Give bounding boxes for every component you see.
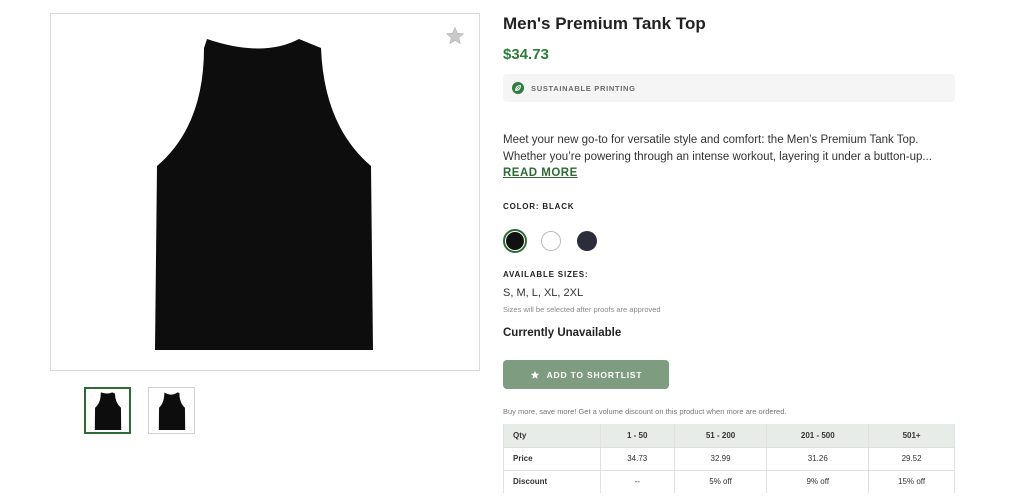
product-image-gallery	[50, 13, 480, 371]
table-row: Discount -- 5% off 9% off 15% off	[503, 469, 955, 493]
swatch-dot	[541, 231, 561, 251]
add-to-shortlist-button[interactable]: ADD TO SHORTLIST	[503, 360, 669, 389]
thumbnail-strip	[84, 387, 195, 434]
table-cell: 29.52	[868, 446, 955, 470]
shortlist-button-label: ADD TO SHORTLIST	[546, 369, 643, 380]
color-swatch-navy[interactable]	[575, 229, 599, 253]
table-cell: 34.73	[599, 446, 675, 470]
star-icon	[530, 370, 539, 379]
table-cell: Price	[503, 446, 601, 470]
product-title: Men's Premium Tank Top	[503, 14, 706, 33]
badge-text: SUSTAINABLE PRINTING	[531, 83, 636, 93]
table-header: 501+	[868, 424, 955, 447]
color-swatches	[503, 229, 599, 253]
tank-top-thumbnail-image	[94, 391, 121, 430]
volume-discount-table: Qty 1 - 50 51 - 200 201 - 500 501+ Price…	[503, 424, 955, 493]
color-label: COLOR: BLACK	[503, 202, 575, 211]
table-row: Price 34.73 32.99 31.26 29.52	[503, 446, 955, 470]
color-swatch-white[interactable]	[539, 229, 563, 253]
table-header-row: Qty 1 - 50 51 - 200 201 - 500 501+	[503, 424, 955, 447]
table-header: Qty	[503, 424, 601, 447]
swatch-dot	[506, 232, 524, 250]
table-header: 51 - 200	[673, 424, 767, 447]
table-cell: Discount	[503, 469, 601, 493]
table-header: 201 - 500	[766, 424, 869, 447]
thumbnail-front[interactable]	[84, 387, 131, 434]
volume-discount-note: Buy more, save more! Get a volume discou…	[503, 407, 787, 416]
table-cell: 32.99	[673, 446, 767, 470]
thumbnail-back[interactable]	[148, 387, 195, 434]
table-cell: 9% off	[766, 469, 869, 493]
availability-status: Currently Unavailable	[503, 327, 622, 339]
table-cell: 31.26	[766, 446, 869, 470]
table-cell: 15% off	[868, 469, 955, 493]
tank-top-thumbnail-image	[158, 391, 185, 430]
sizes-label: AVAILABLE SIZES:	[503, 270, 589, 279]
main-product-image	[155, 39, 373, 350]
sizes-note: Sizes will be selected after proofs are …	[503, 305, 661, 314]
table-header: 1 - 50	[599, 424, 675, 447]
star-icon[interactable]	[445, 26, 465, 46]
table-cell: 5% off	[673, 469, 767, 493]
read-more-link[interactable]: READ MORE	[503, 167, 578, 179]
sustainable-printing-badge: SUSTAINABLE PRINTING	[503, 74, 955, 102]
description-line: Meet your new go-to for versatile style …	[503, 134, 919, 146]
available-sizes: S, M, L, XL, 2XL	[503, 287, 584, 299]
product-price: $34.73	[503, 46, 549, 63]
description-line: Whether you’re powering through an inten…	[503, 151, 932, 163]
color-swatch-black[interactable]	[503, 229, 527, 253]
swatch-dot	[577, 231, 597, 251]
leaf-icon	[512, 82, 524, 94]
product-description: Meet your new go-to for versatile style …	[503, 132, 955, 166]
table-cell: --	[599, 469, 675, 493]
